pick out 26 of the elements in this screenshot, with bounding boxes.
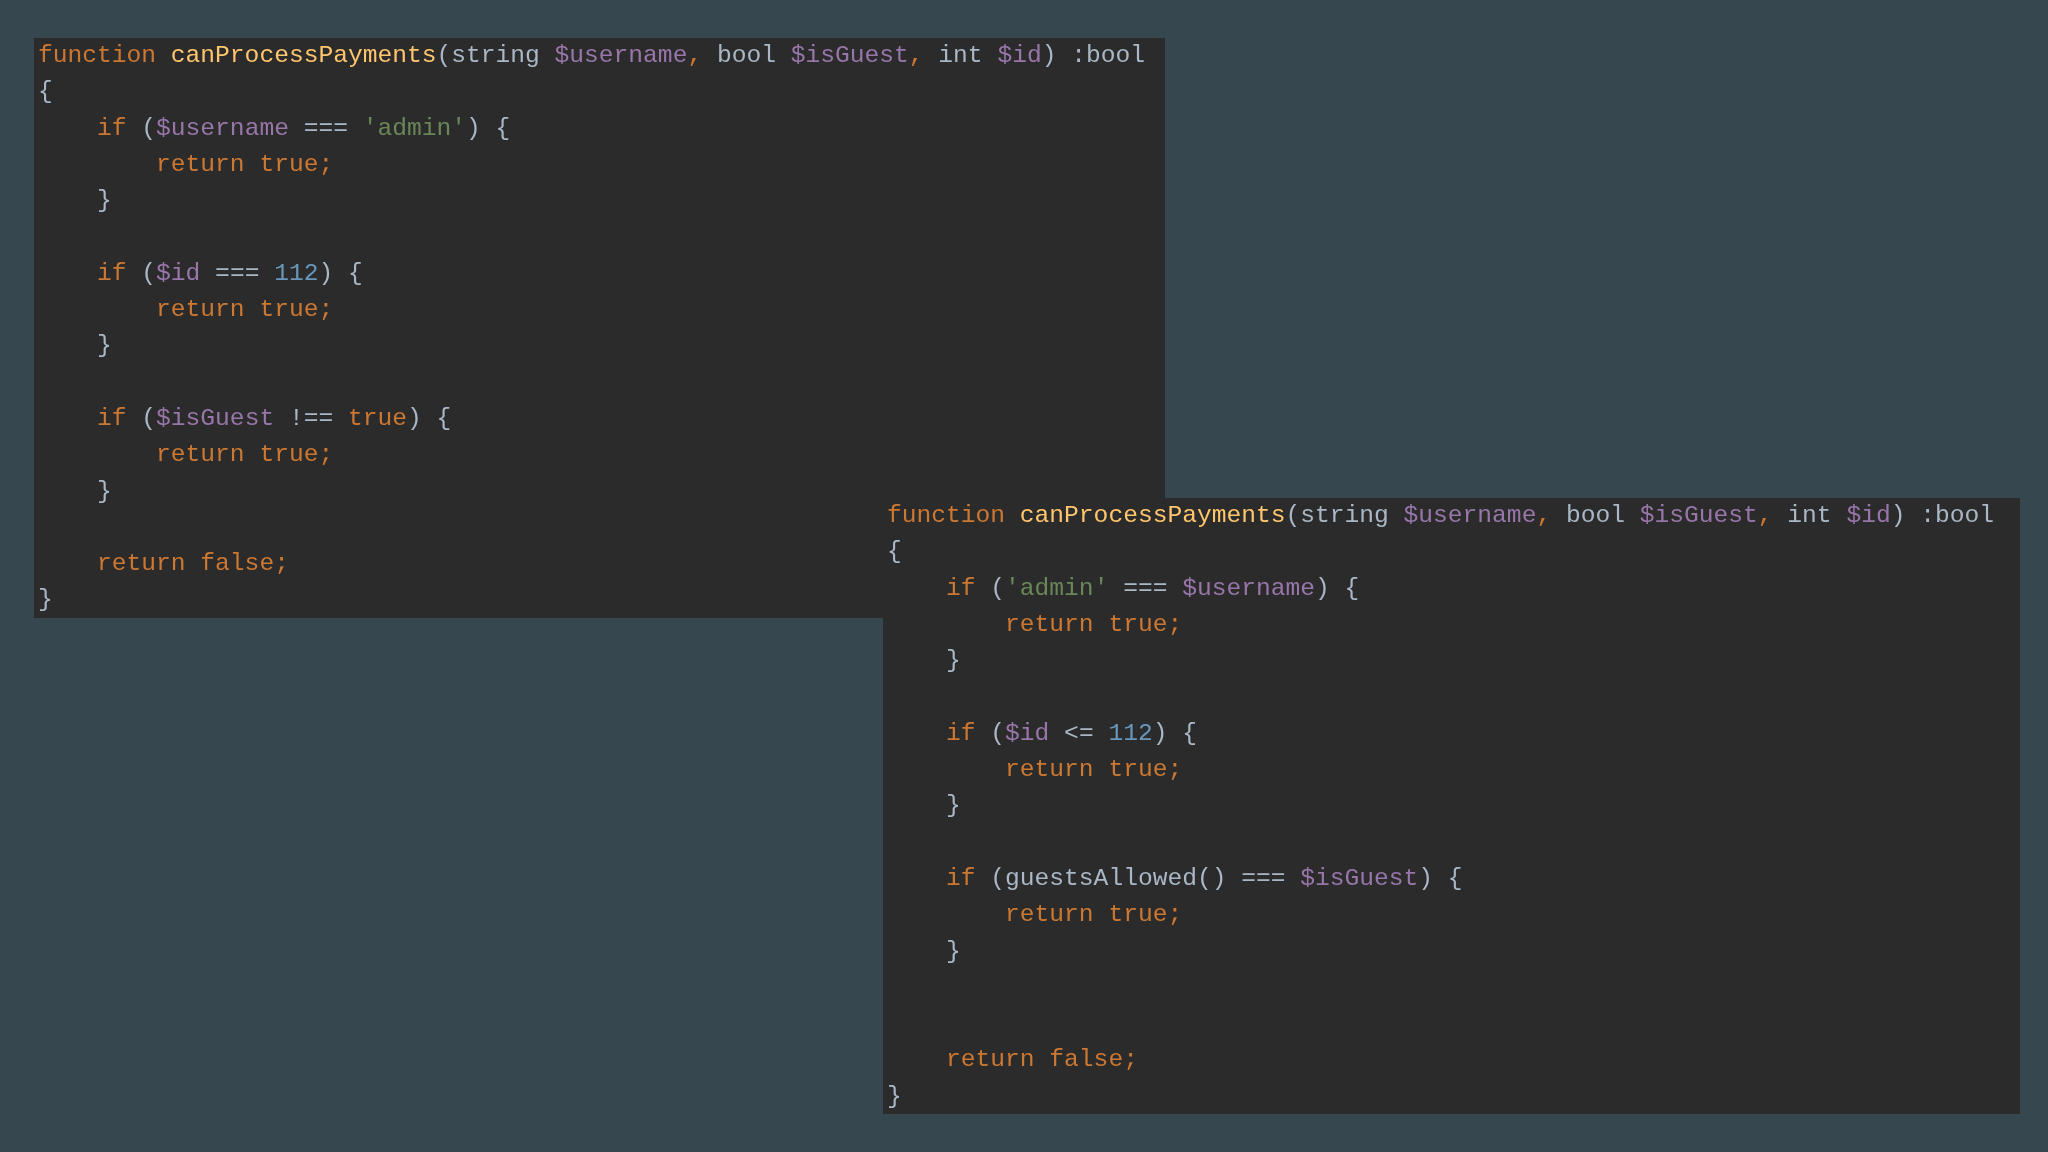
code-line: return true; — [1004, 755, 1183, 786]
code-line: return false; — [96, 549, 289, 580]
code-line: } — [38, 585, 53, 616]
code-line: function canProcessPayments(string $username, bool $isGuest, int $id) :bool — [38, 41, 1145, 71]
code-line: } — [96, 331, 112, 362]
code-line: return true; — [1004, 900, 1183, 931]
code-line: { — [887, 537, 902, 568]
code-line: } — [945, 791, 961, 822]
code-line: { — [38, 77, 53, 108]
code-line: return true; — [1004, 609, 1183, 640]
code-line: return true; — [155, 149, 334, 180]
code-line: if ($id <= 112) { — [945, 718, 1197, 749]
code-line: return true; — [155, 295, 334, 326]
code-line: } — [945, 646, 961, 677]
code-line: if (guestsAllowed() === $isGuest) { — [945, 863, 1463, 894]
code-line: } — [887, 1081, 902, 1112]
code-line: return false; — [945, 1045, 1138, 1076]
code-line: } — [96, 476, 112, 507]
code-line: function canProcessPayments(string $username, bool $isGuest, int $id) :bool — [887, 501, 1994, 531]
code-line: if ($isGuest !== true) { — [96, 403, 452, 434]
code-line: } — [945, 936, 961, 967]
code-line: if ($id === 112) { — [96, 258, 363, 289]
code-line: if ('admin' === $username) { — [945, 573, 1360, 604]
code-line: if ($username === 'admin') { — [96, 113, 511, 144]
code-line: return true; — [155, 440, 334, 471]
code-line: } — [96, 186, 112, 217]
